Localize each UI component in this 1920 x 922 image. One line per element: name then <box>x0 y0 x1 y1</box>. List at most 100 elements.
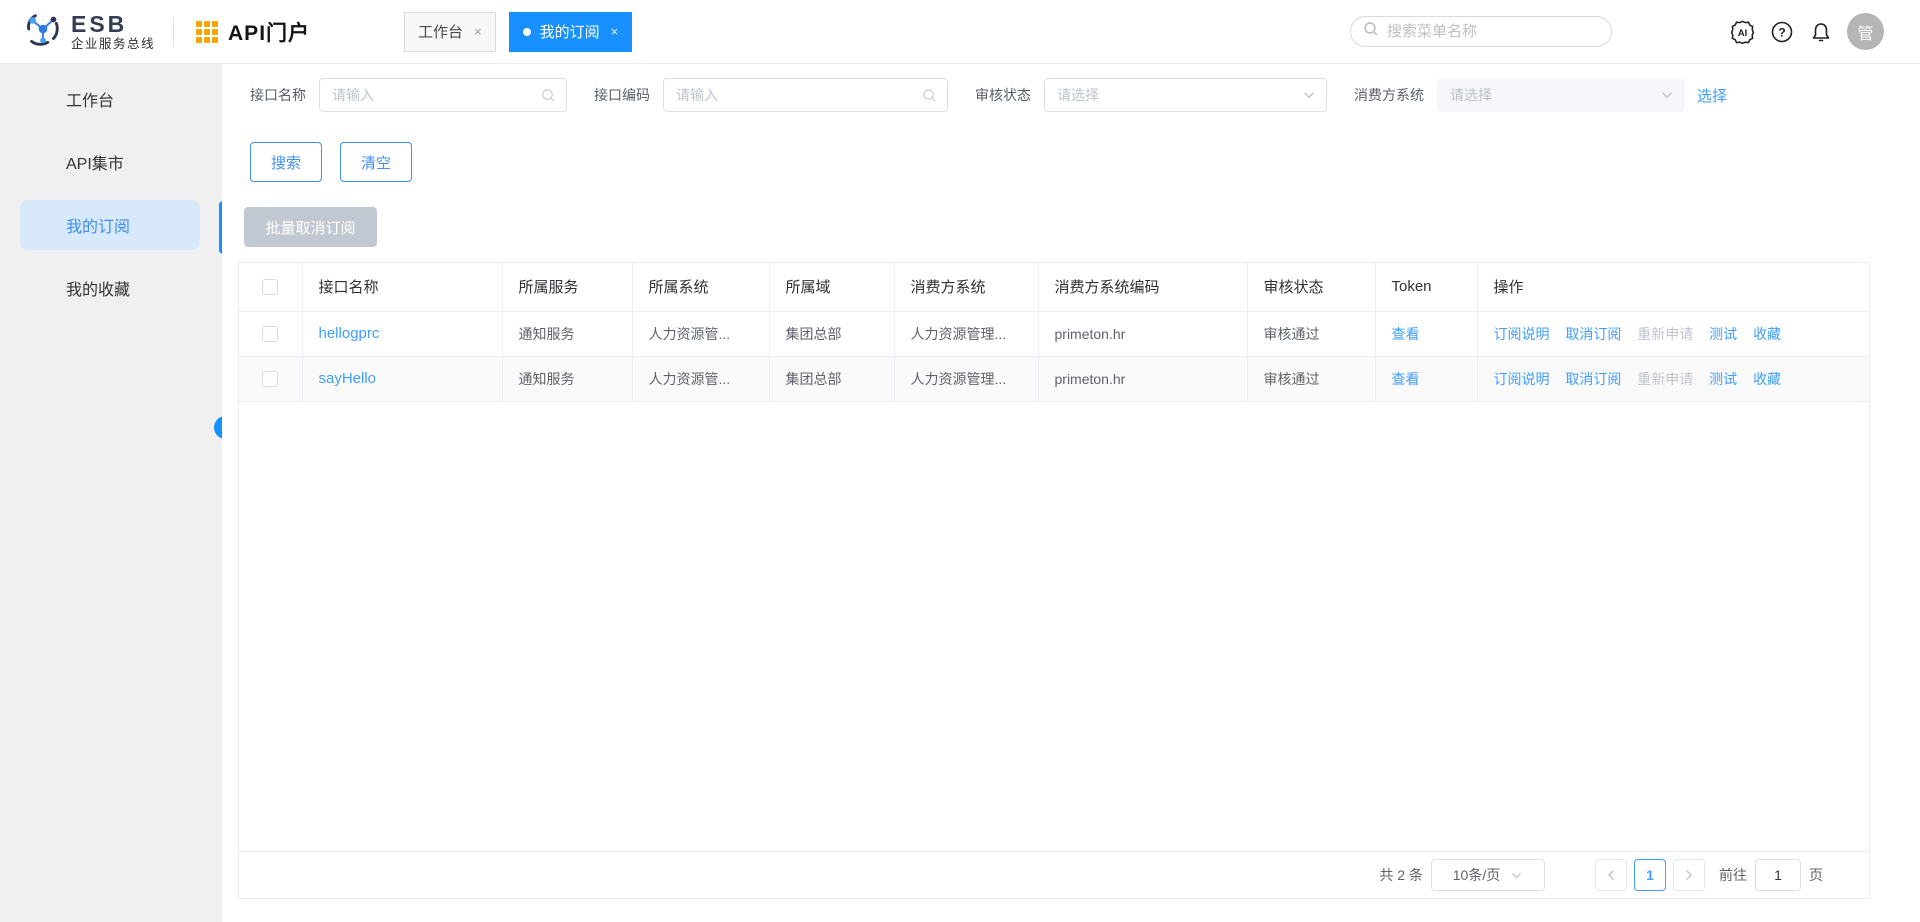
token-view-link[interactable]: 查看 <box>1392 371 1420 387</box>
action-test[interactable]: 测试 <box>1709 326 1737 342</box>
goto-label: 前往 <box>1719 867 1747 883</box>
action-subscription-desc[interactable]: 订阅说明 <box>1494 326 1550 342</box>
logo-divider <box>173 16 175 47</box>
action-reapply[interactable]: 重新申请 <box>1637 326 1693 342</box>
cell-system: 人力资源管... <box>631 310 770 357</box>
page-size-value: 10条/页 <box>1452 867 1501 883</box>
interface-code-label: 接口编码 <box>594 87 650 103</box>
grid-icon <box>196 20 219 43</box>
goto-page-input[interactable] <box>1755 859 1801 891</box>
esb-logo: ESB 企业服务总线 <box>24 10 155 53</box>
interface-name-field <box>319 78 567 112</box>
col-interface-name: 接口名称 <box>301 263 503 312</box>
ai-icon-text: AI <box>1738 27 1748 38</box>
top-icons: AI ? 管 <box>1730 13 1920 50</box>
action-subscription-desc[interactable]: 订阅说明 <box>1494 371 1550 387</box>
ai-assistant-icon[interactable]: AI <box>1730 19 1755 44</box>
close-icon[interactable]: × <box>611 24 619 39</box>
tab-label: 我的订阅 <box>539 24 600 41</box>
action-favorite[interactable]: 收藏 <box>1753 326 1781 342</box>
portal-title: API门户 <box>228 21 311 45</box>
action-favorite[interactable]: 收藏 <box>1753 371 1781 387</box>
search-button[interactable]: 搜索 <box>250 142 322 182</box>
col-consumer-code: 消费方系统编码 <box>1037 263 1248 312</box>
col-actions: 操作 <box>1476 263 1869 312</box>
logo-title: ESB <box>71 10 128 37</box>
consumer-system-select-link[interactable]: 选择 <box>1697 85 1727 106</box>
action-test[interactable]: 测试 <box>1709 371 1737 387</box>
subscriptions-table: 接口名称 所属服务 所属系统 所属域 消费方系统 消费方系统编码 审核状态 To… <box>239 263 1869 402</box>
search-icon <box>923 88 936 102</box>
row-checkbox[interactable] <box>262 326 279 343</box>
interface-name-link[interactable]: sayHello <box>319 370 377 387</box>
search-icon <box>542 88 555 102</box>
total-count: 共 2 条 <box>1379 867 1423 883</box>
tab-my-subscriptions[interactable]: 我的订阅 × <box>508 11 633 52</box>
consumer-system-select[interactable]: 请选择 <box>1437 78 1685 112</box>
chevron-down-icon <box>1662 92 1672 99</box>
row-checkbox[interactable] <box>262 371 279 388</box>
prev-page-button[interactable] <box>1595 859 1627 891</box>
sidebar-item-my-favorites[interactable]: 我的收藏 <box>20 263 200 313</box>
close-icon[interactable]: × <box>474 24 482 39</box>
col-system: 所属系统 <box>631 263 770 312</box>
select-placeholder: 请选择 <box>1057 87 1099 103</box>
cell-system: 人力资源管... <box>631 355 770 402</box>
search-icon <box>1363 21 1379 42</box>
chevron-right-icon <box>1686 870 1692 880</box>
col-service: 所属服务 <box>501 263 633 312</box>
cell-consumer: 人力资源管理... <box>893 355 1039 402</box>
menu-search-input[interactable] <box>1387 23 1599 40</box>
user-avatar[interactable]: 管 <box>1847 13 1884 50</box>
tab-workbench[interactable]: 工作台 × <box>404 11 496 52</box>
page-unit-label: 页 <box>1809 867 1823 883</box>
page-size-select[interactable]: 10条/页 <box>1431 859 1545 891</box>
audit-status-label: 审核状态 <box>975 87 1031 103</box>
interface-code-field <box>663 78 948 112</box>
cell-service: 通知服务 <box>501 310 633 357</box>
app-window: ESB 企业服务总线 API门户 工作台 × 我的订阅 × 搜索菜单名称 AI … <box>0 0 1920 922</box>
audit-status-select[interactable]: 请选择 <box>1044 78 1327 112</box>
table-row: sayHello 通知服务 人力资源管... 集团总部 人力资源管理... pr… <box>239 355 1869 402</box>
cell-audit-status: 审核通过 <box>1246 310 1376 357</box>
clear-button[interactable]: 清空 <box>340 142 412 182</box>
col-consumer-system: 消费方系统 <box>893 263 1039 312</box>
action-cancel-subscription[interactable]: 取消订阅 <box>1565 371 1621 387</box>
action-cancel-subscription[interactable]: 取消订阅 <box>1565 326 1621 342</box>
main-content: 接口名称 接口编码 审核状态 请选择 消费方系统 请选择 <box>222 64 1920 922</box>
sidebar-item-my-subscriptions[interactable]: 我的订阅 <box>20 200 200 250</box>
table-header-row: 接口名称 所属服务 所属系统 所属域 消费方系统 消费方系统编码 审核状态 To… <box>239 263 1869 312</box>
token-view-link[interactable]: 查看 <box>1392 326 1420 342</box>
cell-domain: 集团总部 <box>768 310 895 357</box>
filter-row: 接口名称 接口编码 审核状态 请选择 消费方系统 请选择 <box>222 78 1920 112</box>
table-row: hellogprc 通知服务 人力资源管... 集团总部 人力资源管理... p… <box>239 310 1869 357</box>
notification-bell-icon[interactable] <box>1808 19 1833 44</box>
sidebar-item-api-market[interactable]: API集市 <box>20 137 200 187</box>
cell-consumer-code: primeton.hr <box>1037 355 1248 402</box>
batch-cancel-subscription-button[interactable]: 批量取消订阅 <box>244 207 377 247</box>
interface-name-link[interactable]: hellogprc <box>319 325 380 342</box>
cell-service: 通知服务 <box>501 355 633 402</box>
col-domain: 所属域 <box>768 263 895 312</box>
next-page-button[interactable] <box>1673 859 1705 891</box>
select-all-checkbox[interactable] <box>262 279 279 296</box>
sidebar: 工作台 API集市 我的订阅 我的收藏 <box>0 64 222 922</box>
logo-subtitle: 企业服务总线 <box>71 37 156 51</box>
cell-consumer-code: primeton.hr <box>1037 310 1248 357</box>
svg-text:?: ? <box>1778 25 1785 39</box>
interface-code-input[interactable] <box>676 87 922 103</box>
col-token: Token <box>1374 263 1478 312</box>
chevron-down-icon <box>1304 92 1314 99</box>
col-audit-status: 审核状态 <box>1246 263 1376 312</box>
portal-brand: API门户 <box>196 17 310 47</box>
action-reapply[interactable]: 重新申请 <box>1637 371 1693 387</box>
page-number-1[interactable]: 1 <box>1634 859 1666 891</box>
pagination-bar: 共 2 条 10条/页 1 前往 1 页 <box>239 851 1869 898</box>
interface-name-input[interactable] <box>332 87 541 103</box>
sidebar-item-workbench[interactable]: 工作台 <box>20 74 200 124</box>
consumer-system-label: 消费方系统 <box>1354 87 1424 103</box>
help-icon[interactable]: ? <box>1769 19 1794 44</box>
select-placeholder: 请选择 <box>1450 87 1492 103</box>
esb-logo-icon <box>24 10 62 53</box>
top-bar: ESB 企业服务总线 API门户 工作台 × 我的订阅 × 搜索菜单名称 AI … <box>0 0 1920 64</box>
